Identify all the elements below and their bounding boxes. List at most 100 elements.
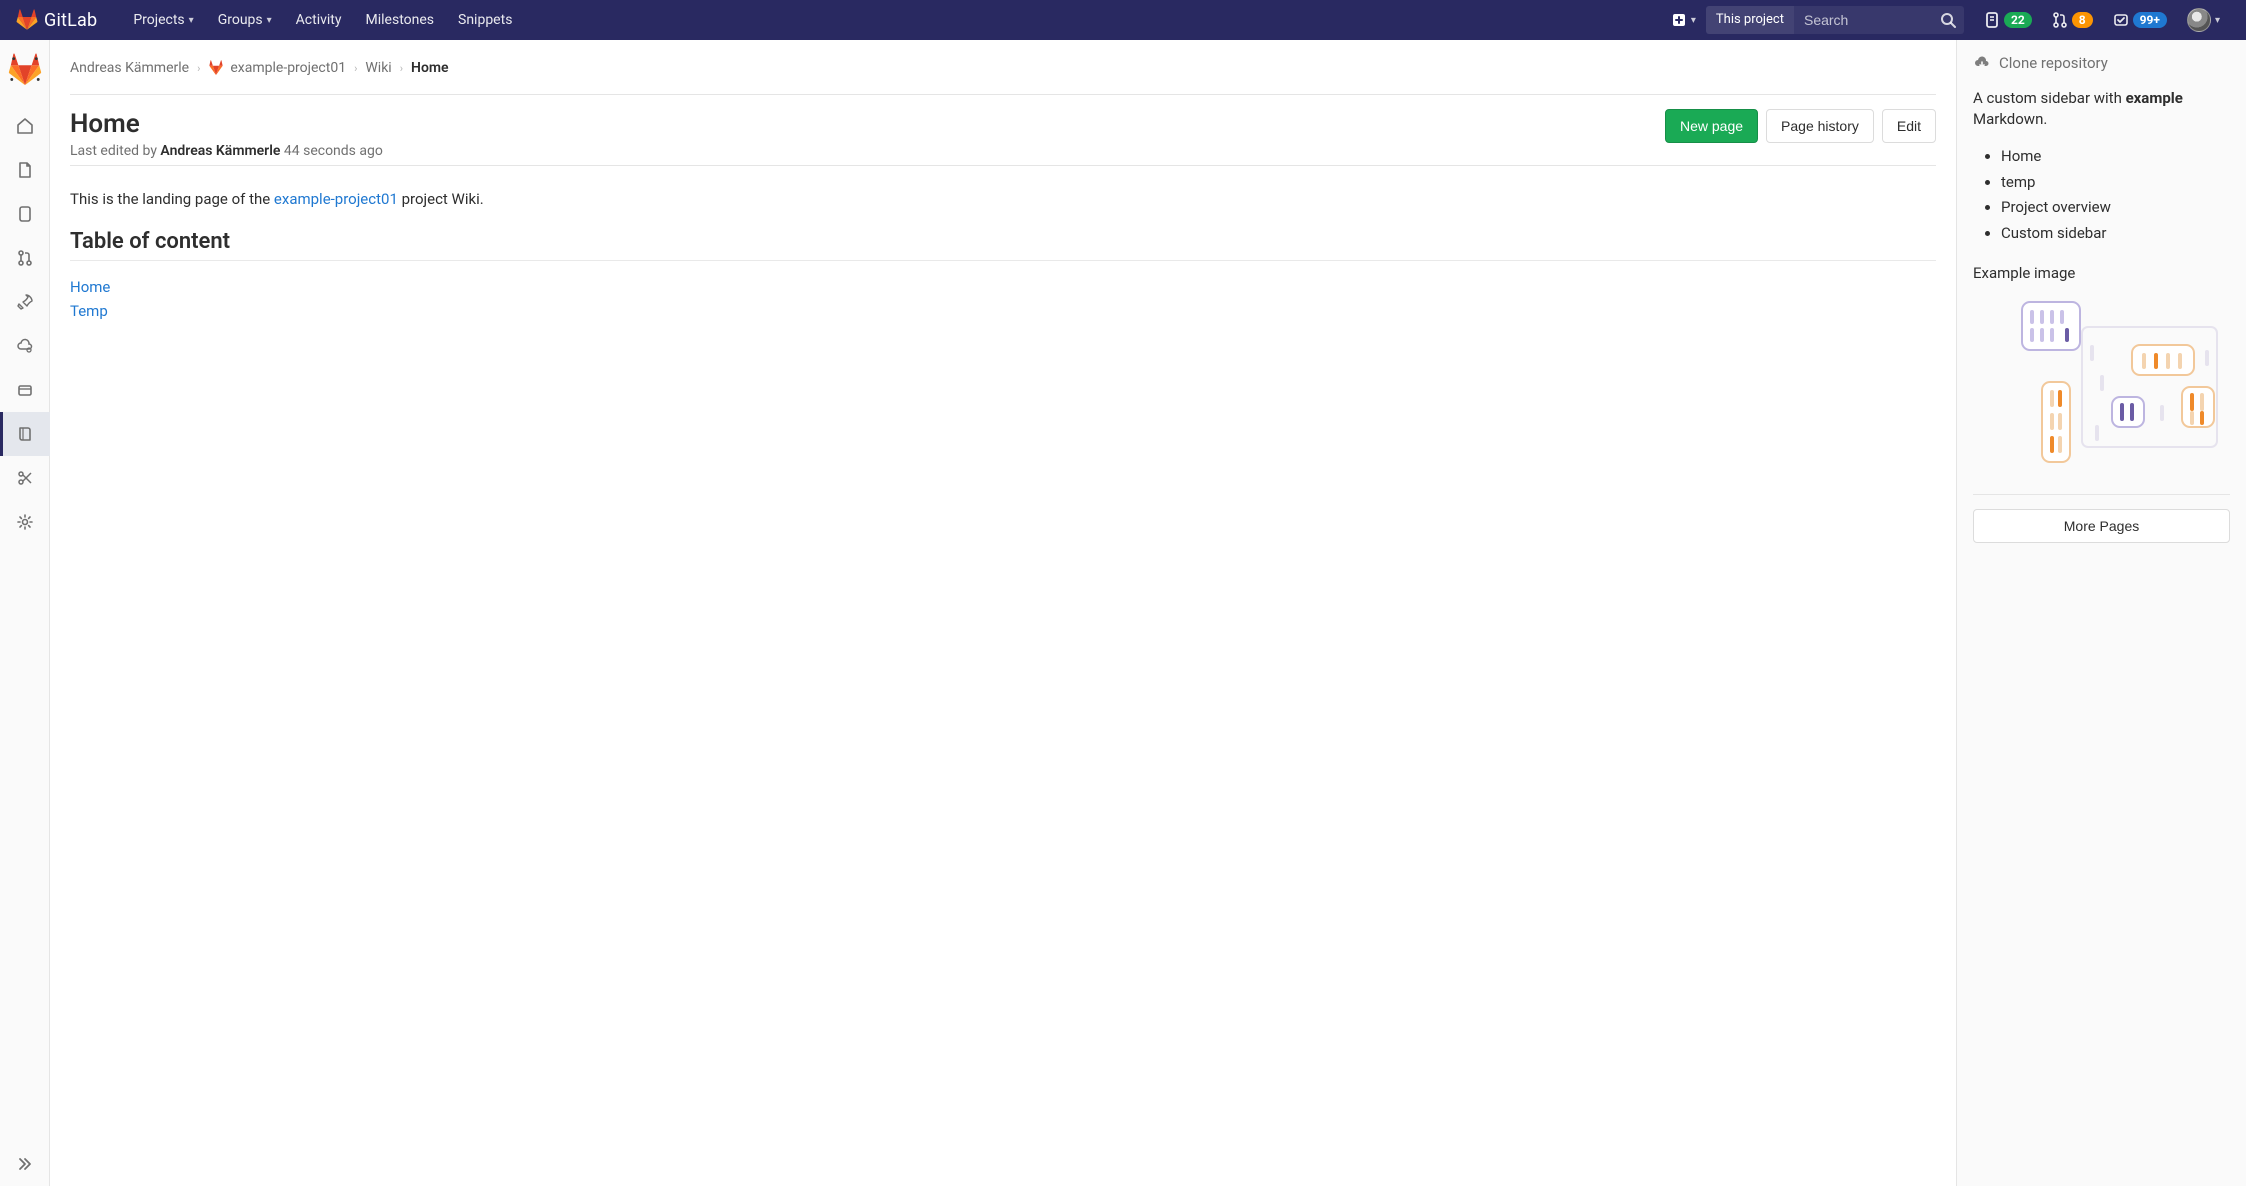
sidebar-item-home[interactable] — [0, 104, 50, 148]
search-scope[interactable]: This project — [1706, 6, 1794, 34]
page-title: Home — [70, 109, 1665, 139]
todos-counter[interactable]: 99+ — [2103, 0, 2177, 40]
nav-snippets[interactable]: Snippets — [446, 0, 524, 40]
sidebar-item-issues[interactable] — [0, 192, 50, 236]
sidebar-item-cicd[interactable] — [0, 280, 50, 324]
page-header: Home Last edited by Andreas Kämmerle 44 … — [70, 95, 1936, 165]
illustration-icon — [1982, 297, 2222, 467]
page-history-button[interactable]: Page history — [1766, 109, 1874, 143]
gitlab-logo-icon — [16, 9, 38, 31]
user-avatar-icon — [2187, 8, 2211, 32]
wiki-sidebar: Clone repository A custom sidebar with e… — [1956, 40, 2246, 1186]
nav-activity-label: Activity — [296, 12, 342, 28]
nav-snippets-label: Snippets — [458, 12, 512, 28]
search-input[interactable] — [1794, 6, 1964, 34]
edit-button[interactable]: Edit — [1882, 109, 1936, 143]
sidebar-collapse[interactable] — [0, 1142, 50, 1186]
chevron-right-icon: › — [354, 62, 357, 75]
sidebar-desc-prefix: A custom sidebar with — [1973, 89, 2126, 107]
sidebar-item-registry[interactable] — [0, 368, 50, 412]
breadcrumb-project[interactable]: example-project01 — [230, 60, 346, 76]
brand[interactable]: GitLab — [16, 9, 97, 31]
last-edited-ago: 44 seconds ago — [280, 143, 382, 159]
issues-icon — [16, 205, 34, 223]
issues-icon — [1984, 12, 2000, 28]
new-dropdown[interactable]: ▾ — [1661, 0, 1706, 40]
sidebar-desc-suffix: Markdown. — [1973, 110, 2047, 128]
book-icon — [16, 425, 34, 443]
sidebar-item-repository[interactable] — [0, 148, 50, 192]
clone-repository-link[interactable]: Clone repository — [1973, 54, 2230, 72]
cloud-download-icon — [1973, 54, 1991, 72]
sidebar-desc-bold: example — [2126, 89, 2183, 107]
intro-project-link[interactable]: example-project01 — [274, 190, 398, 208]
merge-request-icon — [2052, 12, 2068, 28]
user-menu[interactable]: ▾ — [2177, 0, 2230, 40]
merge-requests-counter[interactable]: 8 — [2042, 0, 2103, 40]
nav-groups[interactable]: Groups ▾ — [206, 0, 284, 40]
page-subtitle: Last edited by Andreas Kämmerle 44 secon… — [70, 143, 1665, 159]
last-edited-by: Andreas Kämmerle — [160, 143, 280, 159]
sidebar-link-custom-sidebar[interactable]: Custom sidebar — [2001, 221, 2230, 247]
intro-suffix: project Wiki. — [398, 190, 484, 208]
plus-icon — [1671, 12, 1687, 28]
breadcrumb-page: Home — [411, 60, 449, 76]
toc-link-home[interactable]: Home — [70, 278, 110, 296]
project-sidebar — [0, 40, 50, 1186]
sidebar-link-temp[interactable]: temp — [2001, 170, 2230, 196]
nav-activity[interactable]: Activity — [284, 0, 354, 40]
top-nav: GitLab Projects ▾ Groups ▾ Activity Milest… — [0, 0, 2246, 40]
last-edited-prefix: Last edited by — [70, 143, 160, 159]
nav-projects[interactable]: Projects ▾ — [121, 0, 205, 40]
chevron-double-right-icon — [16, 1155, 34, 1173]
divider — [1973, 494, 2230, 495]
chevron-down-icon: ▾ — [267, 15, 272, 26]
sidebar-item-snippets[interactable] — [0, 456, 50, 500]
chevron-right-icon: › — [400, 62, 403, 75]
sidebar-link-project-overview[interactable]: Project overview — [2001, 195, 2230, 221]
gear-icon — [16, 513, 34, 531]
breadcrumb-section[interactable]: Wiki — [365, 60, 391, 76]
sidebar-item-wiki[interactable] — [0, 412, 50, 456]
nav-groups-label: Groups — [218, 12, 263, 28]
nav-milestones-label: Milestones — [366, 12, 435, 28]
toc-list: Home Temp — [70, 275, 1936, 323]
nav-milestones[interactable]: Milestones — [354, 0, 447, 40]
intro-paragraph: This is the landing page of the example-… — [70, 188, 1936, 211]
sidebar-link-home[interactable]: Home — [2001, 144, 2230, 170]
sidebar-description: A custom sidebar with example Markdown. — [1973, 88, 2230, 130]
todo-badge: 99+ — [2133, 12, 2167, 28]
project-avatar[interactable] — [5, 50, 45, 90]
chevron-down-icon: ▾ — [189, 15, 194, 26]
issues-badge: 22 — [2004, 12, 2032, 28]
file-icon — [16, 161, 34, 179]
more-pages-button[interactable]: More Pages — [1973, 509, 2230, 543]
toc-link-temp[interactable]: Temp — [70, 302, 108, 320]
nav-projects-label: Projects — [133, 12, 184, 28]
search-group: This project — [1706, 6, 1964, 34]
primary-nav: Projects ▾ Groups ▾ Activity Milestones Sn… — [121, 0, 524, 40]
merge-request-icon — [16, 249, 34, 267]
cloud-gear-icon — [16, 337, 34, 355]
issues-counter[interactable]: 22 — [1974, 0, 2042, 40]
mr-badge: 8 — [2072, 12, 2093, 28]
gitlab-logo-icon — [8, 53, 42, 87]
home-icon — [16, 117, 34, 135]
sidebar-item-operations[interactable] — [0, 324, 50, 368]
breadcrumb-owner[interactable]: Andreas Kämmerle — [70, 60, 189, 76]
new-page-button[interactable]: New page — [1665, 109, 1758, 143]
example-image-label: Example image — [1973, 264, 2230, 282]
sidebar-item-merge-requests[interactable] — [0, 236, 50, 280]
brand-text: GitLab — [44, 10, 97, 31]
toc-heading: Table of content — [70, 229, 1936, 261]
project-avatar-small — [208, 60, 224, 76]
sidebar-item-settings[interactable] — [0, 500, 50, 544]
chevron-down-icon: ▾ — [2215, 15, 2220, 26]
rocket-icon — [16, 293, 34, 311]
package-icon — [16, 381, 34, 399]
scissors-icon — [16, 469, 34, 487]
chevron-down-icon: ▾ — [1691, 15, 1696, 26]
main-content: Andreas Kämmerle › example-project01 › W… — [50, 40, 1956, 1186]
todo-icon — [2113, 12, 2129, 28]
example-image — [1973, 292, 2230, 480]
